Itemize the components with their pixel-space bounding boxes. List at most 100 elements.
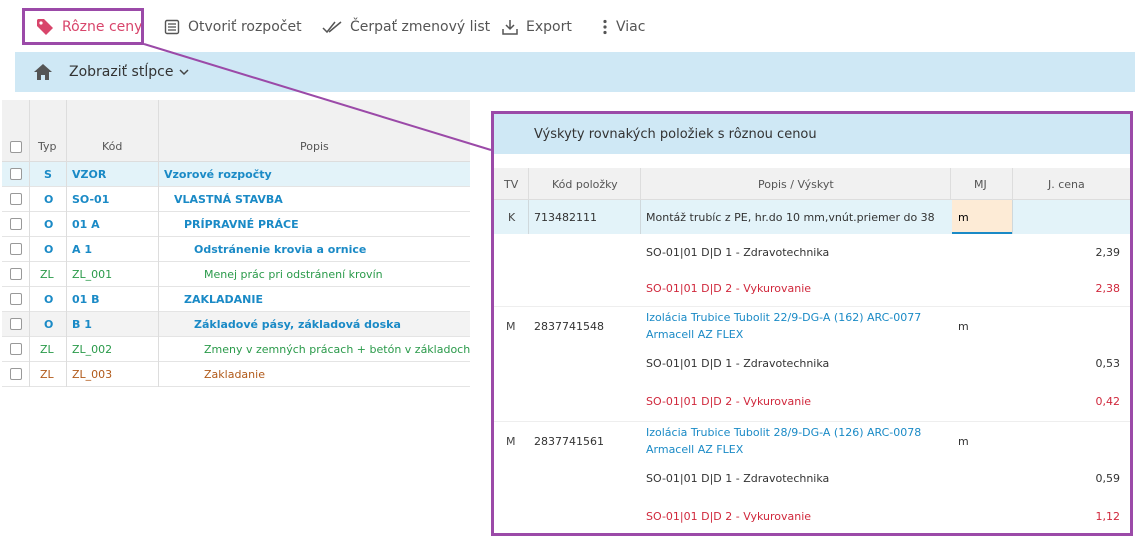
row-checkbox[interactable] — [10, 293, 22, 305]
export-label: Export — [526, 19, 572, 35]
occurrence-location: SO-01|01 D|D 2 - Vykurovanie — [646, 282, 812, 295]
col-divider — [158, 162, 159, 187]
occurrence-location: SO-01|01 D|D 1 - Zdravotechnika — [646, 472, 830, 485]
col-divider — [29, 162, 30, 187]
col-divider — [66, 100, 67, 162]
table-row[interactable]: O SO-01 VLASTNÁ STAVBA — [2, 187, 470, 212]
row-popis: PRÍPRAVNÉ PRÁCE — [184, 218, 299, 231]
occurrence-row[interactable]: SO-01|01 D|D 2 - Vykurovanie 2,38 — [494, 272, 1130, 306]
viac-button[interactable]: Viac — [602, 8, 645, 46]
zobrazit-stlpce-dropdown[interactable]: Zobraziť stĺpce — [69, 64, 173, 80]
occurrence-row[interactable]: SO-01|01 D|D 2 - Vykurovanie 0,42 — [494, 385, 1130, 421]
table-row[interactable]: O B 1 Základové pásy, základová doska — [2, 312, 470, 337]
occurrence-row[interactable]: SO-01|01 D|D 1 - Zdravotechnika 0,59 — [494, 460, 1130, 500]
row-popis: Vzorové rozpočty — [164, 168, 272, 181]
row-popis: VLASTNÁ STAVBA — [174, 193, 283, 206]
col-divider — [158, 237, 159, 262]
col-divider — [158, 262, 159, 287]
toolbar: Rôzne ceny Otvoriť rozpočet Čerpať zmeno… — [0, 0, 1136, 52]
row-popis: Zakladanie — [204, 368, 265, 381]
table-row[interactable]: O 01 B ZAKLADANIE — [2, 287, 470, 312]
item-kod: 713482111 — [534, 211, 597, 224]
row-checkbox[interactable] — [10, 268, 22, 280]
col-divider — [29, 312, 30, 337]
table-row[interactable]: S VZOR Vzorové rozpočty — [2, 162, 470, 187]
col-divider — [528, 200, 529, 234]
export-button[interactable]: Export — [502, 8, 572, 46]
col-divider — [950, 168, 951, 200]
header-typ[interactable]: Typ — [38, 140, 57, 153]
occurrence-location: SO-01|01 D|D 1 - Zdravotechnika — [646, 357, 830, 370]
item-popis[interactable]: Izolácia Trubice Tubolit 28/9-DG-A (126)… — [646, 426, 921, 439]
item-popis-line2[interactable]: Armacell AZ FLEX — [646, 443, 743, 456]
occurrence-location: SO-01|01 D|D 2 - Vykurovanie — [646, 395, 812, 408]
col-divider — [29, 337, 30, 362]
list-icon — [164, 19, 180, 35]
col-divider — [1012, 168, 1013, 200]
row-typ: O — [44, 293, 54, 306]
col-divider — [66, 287, 67, 312]
row-kod: ZL_003 — [72, 368, 113, 381]
header-popis-vyskyt[interactable]: Popis / Výskyt — [758, 178, 834, 191]
panel-body: K 713482111 Montáž trubíc z PE, hr.do 10 m… — [494, 200, 1130, 533]
header-j-cena[interactable]: J. cena — [1048, 178, 1085, 191]
row-checkbox[interactable] — [10, 168, 22, 180]
occurrence-row[interactable]: SO-01|01 D|D 2 - Vykurovanie 1,12 — [494, 500, 1130, 533]
item-row[interactable]: M 2837741548 Izolácia Trubice Tubolit 22/9… — [494, 307, 1130, 345]
item-popis-line2[interactable]: Armacell AZ FLEX — [646, 328, 743, 341]
col-divider — [29, 262, 30, 287]
column-bar: Zobraziť stĺpce — [15, 52, 1135, 92]
item-row[interactable]: K 713482111 Montáž trubíc z PE, hr.do 10 m… — [494, 200, 1130, 234]
row-checkbox[interactable] — [10, 243, 22, 255]
occurrence-row[interactable]: SO-01|01 D|D 1 - Zdravotechnika 2,39 — [494, 234, 1130, 272]
header-tv[interactable]: TV — [504, 178, 518, 191]
item-row[interactable]: M 2837741561 Izolácia Trubice Tubolit 28/9… — [494, 422, 1130, 460]
viac-label: Viac — [616, 19, 646, 35]
table-row[interactable]: O 01 A PRÍPRAVNÉ PRÁCE — [2, 212, 470, 237]
occurrence-price: 1,12 — [1095, 510, 1121, 523]
table-row[interactable]: O A 1 Odstránenie krovia a ornice — [2, 237, 470, 262]
item-kod: 2837741561 — [534, 435, 604, 448]
col-divider — [1012, 200, 1013, 234]
mj-value: m — [958, 211, 969, 224]
budget-tree-table: Typ Kód Popis S VZOR Vzorové rozpočty O SO-0… — [2, 100, 470, 387]
table-row[interactable]: ZL ZL_003 Zakladanie — [2, 362, 470, 387]
item-popis: Montáž trubíc z PE, hr.do 10 mm,vnút.pri… — [646, 211, 935, 224]
item-tv: M — [506, 435, 516, 448]
header-mj[interactable]: MJ — [974, 178, 987, 191]
col-divider — [640, 200, 641, 234]
header-popis[interactable]: Popis — [300, 140, 329, 153]
header-kod-polozky[interactable]: Kód položky — [552, 178, 618, 191]
row-typ: O — [44, 193, 54, 206]
occurrence-price: 2,38 — [1095, 282, 1121, 295]
row-kod: ZL_002 — [72, 343, 113, 356]
row-typ: S — [44, 168, 52, 181]
occurrence-location: SO-01|01 D|D 2 - Vykurovanie — [646, 510, 812, 523]
panel-title: Výskyty rovnakých položiek s rôznou ceno… — [494, 114, 1130, 154]
header-kod[interactable]: Kód — [102, 140, 122, 153]
mj-input-field[interactable]: m — [952, 200, 1012, 234]
rozne-ceny-highlight — [22, 8, 144, 45]
row-typ: ZL — [40, 343, 54, 356]
occurrence-row[interactable]: SO-01|01 D|D 1 - Zdravotechnika 0,53 — [494, 345, 1130, 385]
row-checkbox[interactable] — [10, 343, 22, 355]
col-divider — [29, 100, 30, 162]
select-all-checkbox[interactable] — [10, 141, 22, 153]
rozne-ceny-panel: Výskyty rovnakých položiek s rôznou ceno… — [491, 111, 1133, 536]
table-row[interactable]: ZL ZL_001 Menej prác pri odstránení krovín — [2, 262, 470, 287]
row-kod: 01 B — [72, 293, 100, 306]
cerpat-zmenovy-list-button[interactable]: Čerpať zmenový list — [322, 8, 490, 46]
row-kod: VZOR — [72, 168, 107, 181]
home-icon[interactable] — [33, 63, 53, 81]
item-kod: 2837741548 — [534, 320, 604, 333]
row-checkbox[interactable] — [10, 218, 22, 230]
row-kod: 01 A — [72, 218, 100, 231]
row-checkbox[interactable] — [10, 318, 22, 330]
item-popis[interactable]: Izolácia Trubice Tubolit 22/9-DG-A (162)… — [646, 311, 921, 324]
table-row[interactable]: ZL ZL_002 Zmeny v zemných prácach + betón … — [2, 337, 470, 362]
row-checkbox[interactable] — [10, 368, 22, 380]
otvorit-rozpocet-button[interactable]: Otvoriť rozpočet — [164, 8, 302, 46]
col-divider — [66, 162, 67, 187]
row-checkbox[interactable] — [10, 193, 22, 205]
col-divider — [66, 237, 67, 262]
